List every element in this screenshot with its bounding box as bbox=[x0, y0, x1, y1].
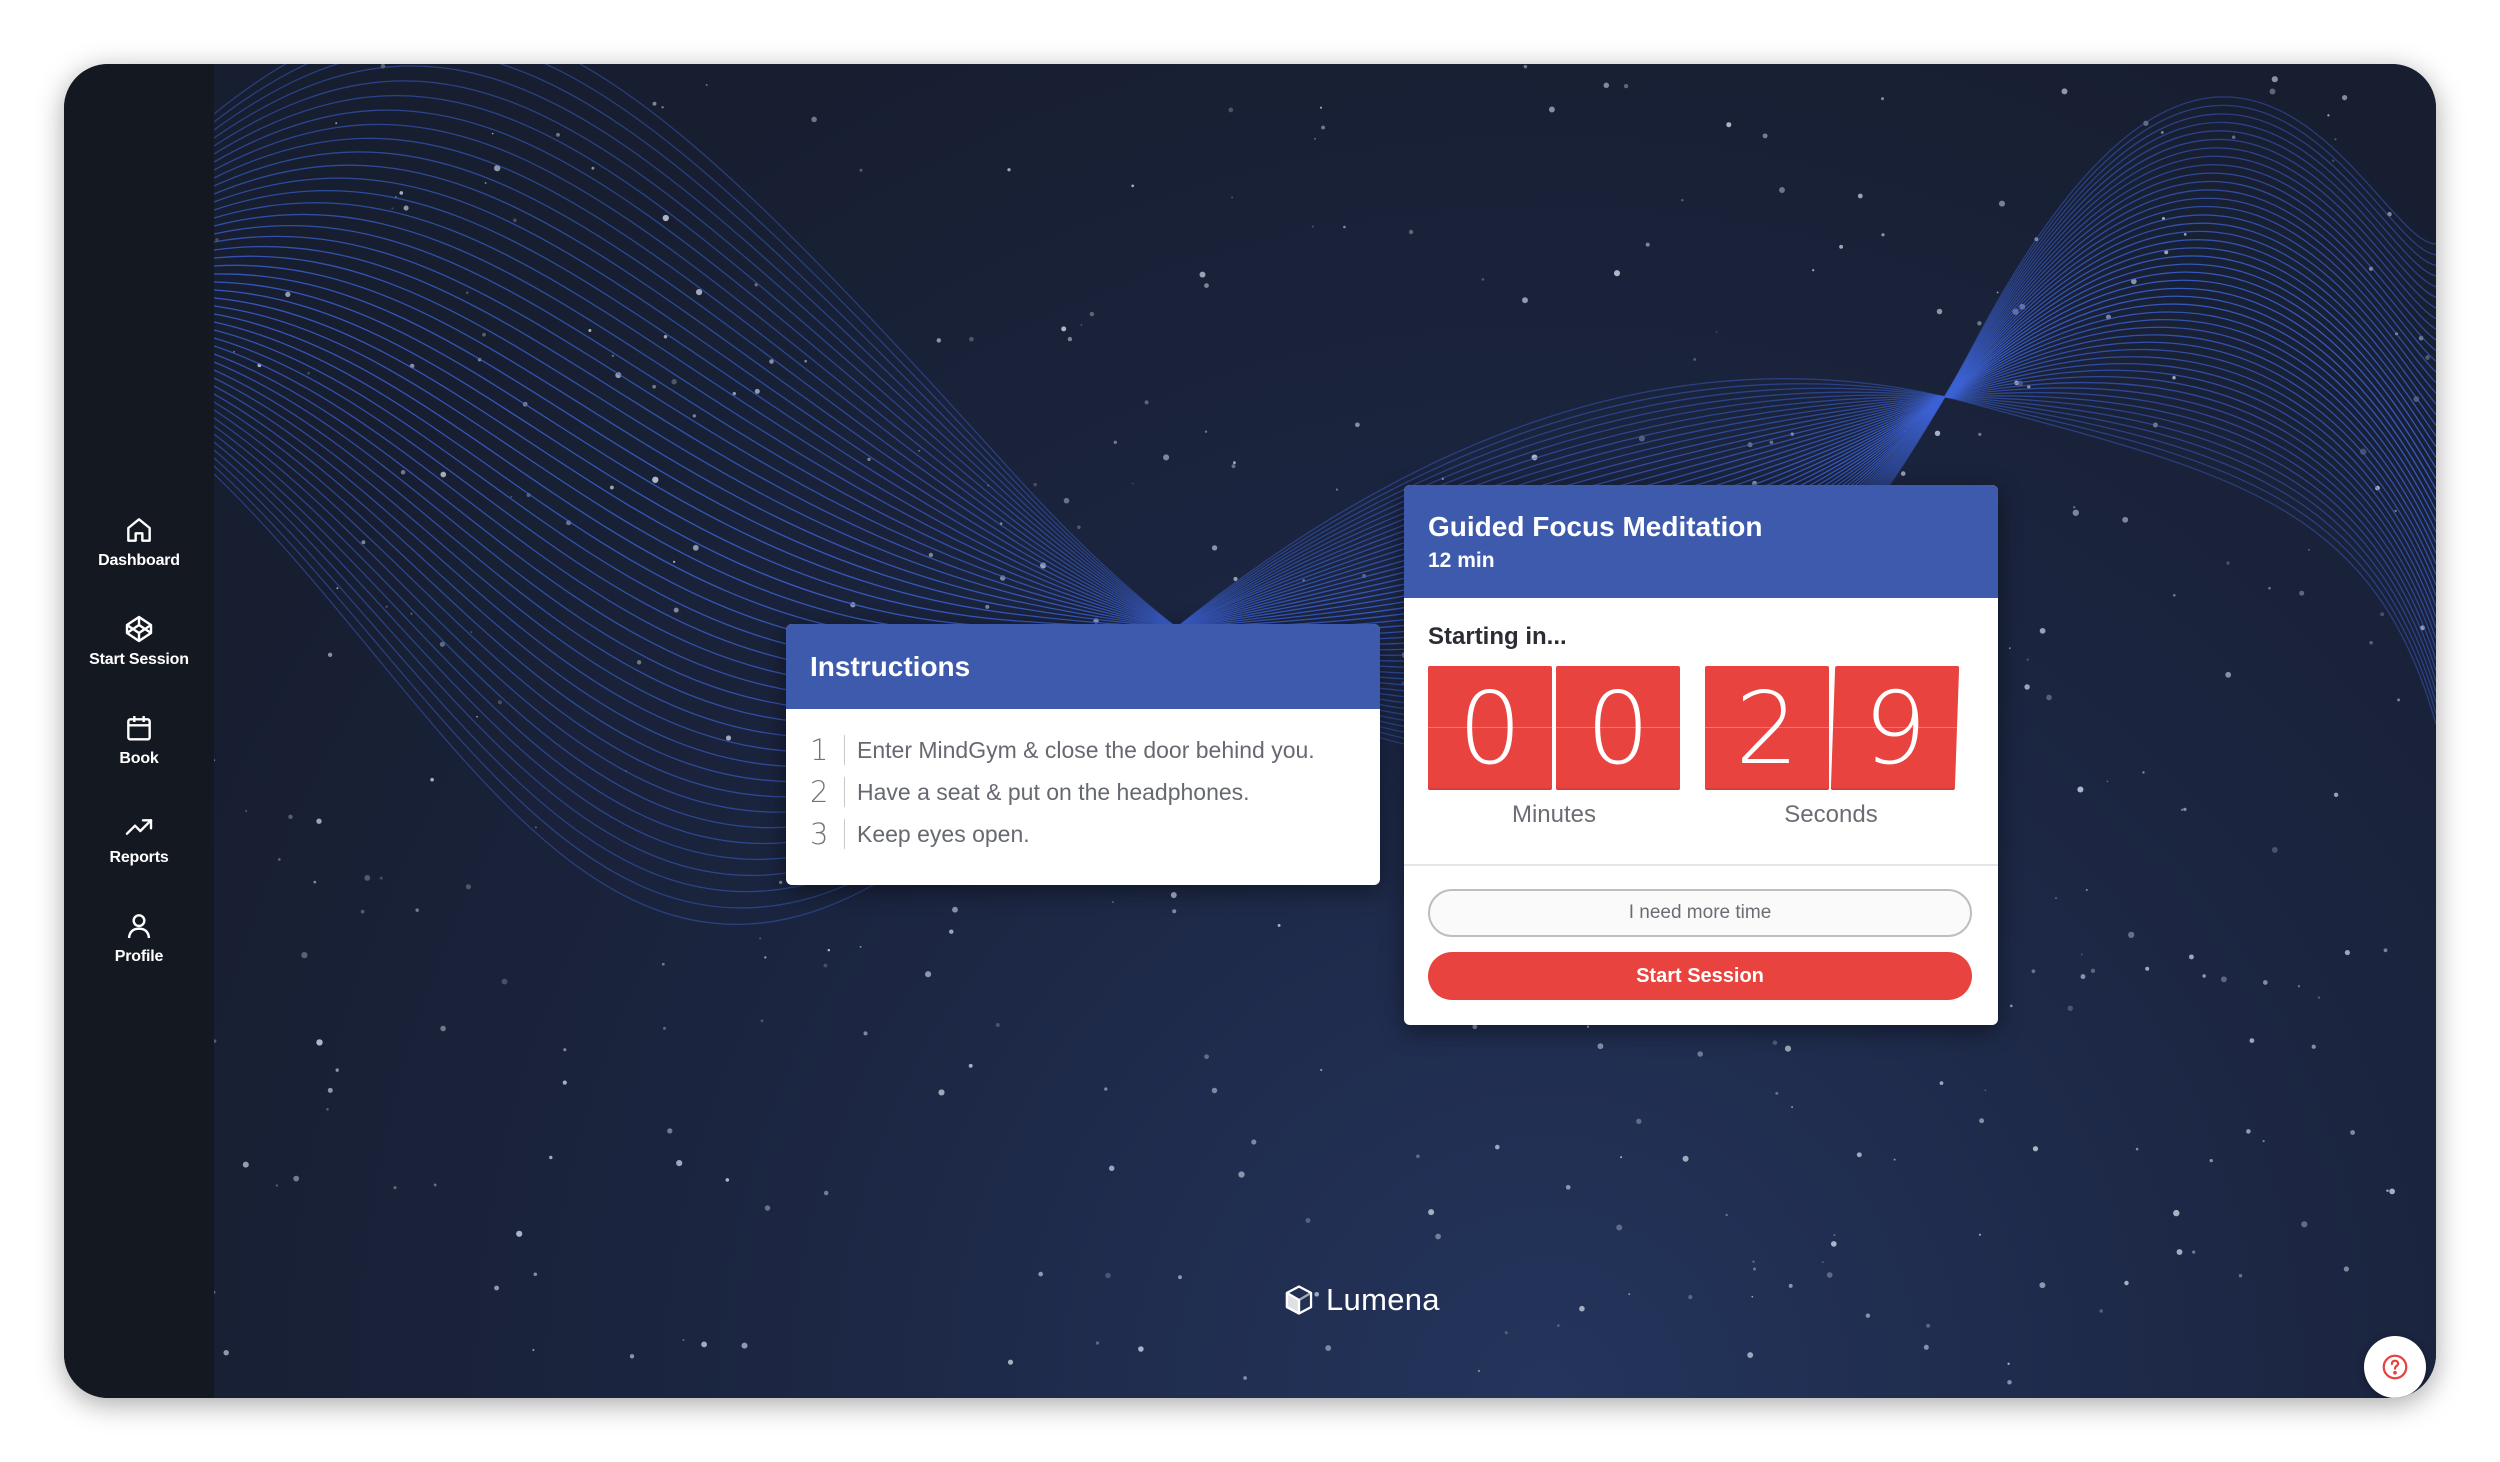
cube-logo-icon bbox=[1285, 1285, 1313, 1315]
seconds-digit-tens: 2 bbox=[1705, 666, 1829, 790]
step-divider bbox=[844, 777, 845, 807]
session-header: Guided Focus Meditation 12 min bbox=[1404, 485, 1998, 598]
instruction-step: 3 Keep eyes open. bbox=[810, 813, 1380, 855]
step-divider bbox=[844, 819, 845, 849]
step-text: Keep eyes open. bbox=[857, 820, 1030, 847]
brand-logo: Lumena bbox=[1282, 1282, 1440, 1318]
instructions-card: Instructions 1 Enter MindGym & close the… bbox=[786, 624, 1380, 885]
step-divider bbox=[844, 735, 845, 765]
step-number: 3 bbox=[810, 817, 829, 851]
help-button[interactable] bbox=[2364, 1336, 2426, 1398]
user-icon bbox=[127, 914, 151, 939]
sidebar-item-label: Reports bbox=[109, 849, 169, 866]
seconds-digit-ones: 9 bbox=[1830, 666, 1960, 790]
session-duration: 12 min bbox=[1428, 549, 1495, 572]
main-area: Instructions 1 Enter MindGym & close the… bbox=[214, 64, 2436, 1398]
step-number: 1 bbox=[810, 733, 829, 767]
sidebar-item-label: Profile bbox=[114, 948, 164, 965]
sidebar-item-label: Dashboard bbox=[98, 552, 180, 569]
session-card: Guided Focus Meditation 12 min Starting … bbox=[1404, 485, 1998, 1025]
countdown-timer: 0 0 2 9 bbox=[1404, 666, 1998, 791]
sidebar-item-reports[interactable]: Reports bbox=[64, 801, 214, 900]
calendar-icon bbox=[127, 716, 151, 741]
sidebar-item-start-session[interactable]: Start Session bbox=[64, 603, 214, 702]
instruction-step: 1 Enter MindGym & close the door behind … bbox=[810, 729, 1380, 771]
minutes-label: Minutes bbox=[1511, 801, 1597, 828]
sidebar-item-label: Start Session bbox=[89, 651, 189, 668]
sidebar-item-book[interactable]: Book bbox=[64, 702, 214, 801]
step-text: Have a seat & put on the headphones. bbox=[857, 778, 1250, 805]
instructions-header: Instructions bbox=[786, 624, 1380, 709]
starting-label: Starting in... bbox=[1428, 623, 1567, 650]
instructions-list: 1 Enter MindGym & close the door behind … bbox=[786, 709, 1380, 855]
sidebar-item-profile[interactable]: Profile bbox=[64, 900, 214, 999]
minutes-digit-ones: 0 bbox=[1556, 666, 1680, 790]
home-icon bbox=[127, 518, 151, 542]
session-title: Guided Focus Meditation bbox=[1428, 511, 1763, 542]
sidebar: Dashboard Start Session Book Reports Pro… bbox=[64, 64, 214, 1398]
more-time-button[interactable]: I need more time bbox=[1428, 889, 1972, 937]
instruction-step: 2 Have a seat & put on the headphones. bbox=[810, 771, 1380, 813]
card-divider bbox=[1404, 864, 1998, 866]
step-text: Enter MindGym & close the door behind yo… bbox=[857, 736, 1315, 763]
seconds-label: Seconds bbox=[1784, 801, 1878, 828]
app-window: Dashboard Start Session Book Reports Pro… bbox=[64, 64, 2436, 1398]
minutes-digit-tens: 0 bbox=[1428, 666, 1552, 790]
start-session-button[interactable]: Start Session bbox=[1428, 952, 1972, 1000]
sidebar-item-label: Book bbox=[119, 750, 159, 767]
instructions-title: Instructions bbox=[810, 650, 971, 682]
brand-name: Lumena bbox=[1326, 1282, 1440, 1317]
step-number: 2 bbox=[810, 775, 829, 809]
session-icon bbox=[125, 615, 153, 643]
trend-up-icon bbox=[125, 819, 153, 835]
help-icon bbox=[2382, 1354, 2408, 1380]
sidebar-item-dashboard[interactable]: Dashboard bbox=[64, 504, 214, 603]
